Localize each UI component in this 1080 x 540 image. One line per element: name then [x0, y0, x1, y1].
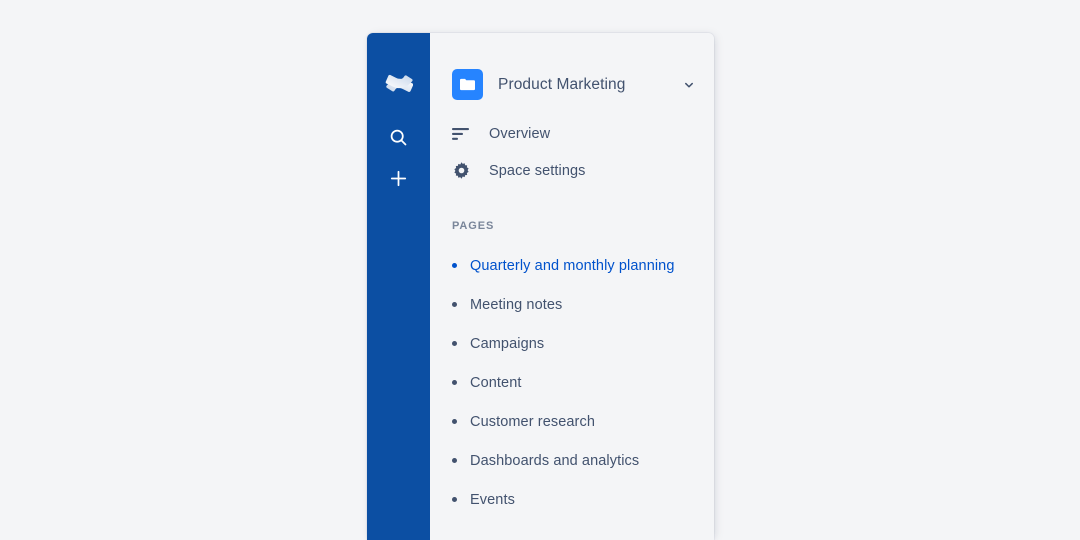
space-name: Product Marketing [498, 75, 626, 93]
bullet-icon [452, 497, 470, 502]
page-item-label: Content [470, 374, 522, 391]
page-item-meeting-notes[interactable]: Meeting notes [430, 285, 714, 324]
confluence-logo-icon [385, 69, 413, 102]
page-item-campaigns[interactable]: Campaigns [430, 324, 714, 363]
screen-background: Product Marketing Overview Space setting… [0, 0, 1080, 540]
confluence-sidebar-panel: Product Marketing Overview Space setting… [367, 33, 714, 540]
nav-item-overview-label: Overview [489, 126, 551, 142]
space-switcher[interactable]: Product Marketing [430, 33, 714, 100]
bullet-icon [452, 419, 470, 424]
chevron-down-icon[interactable] [678, 74, 700, 96]
overview-lines-icon [452, 127, 480, 141]
page-item-customer-research[interactable]: Customer research [430, 402, 714, 441]
page-item-label: Customer research [470, 413, 595, 430]
page-item-label: Dashboards and analytics [470, 452, 640, 469]
bullet-icon [452, 302, 470, 307]
search-button[interactable] [379, 120, 419, 160]
page-item-content[interactable]: Content [430, 363, 714, 402]
page-item-quarterly-and-monthly-planning[interactable]: Quarterly and monthly planning [430, 246, 714, 285]
page-item-label: Quarterly and monthly planning [470, 257, 675, 274]
pages-section-heading: PAGES [452, 220, 495, 232]
nav-item-overview[interactable]: Overview [430, 117, 714, 151]
space-folder-icon [452, 69, 483, 100]
create-button[interactable] [379, 161, 419, 201]
space-navigation: Product Marketing Overview Space setting… [430, 33, 714, 540]
bullet-icon [452, 341, 470, 346]
global-navigation-rail [367, 33, 430, 540]
pages-section: PAGES Quarterly and monthly planning Mee… [430, 220, 714, 519]
bullet-icon [452, 380, 470, 385]
nav-item-space-settings-label: Space settings [489, 162, 586, 179]
page-item-label: Meeting notes [470, 296, 563, 313]
plus-icon [388, 168, 409, 194]
space-primary-links: Overview Space settings [430, 117, 714, 190]
bullet-icon [452, 458, 470, 463]
page-item-events[interactable]: Events [430, 480, 714, 519]
page-item-dashboards-and-analytics[interactable]: Dashboards and analytics [430, 441, 714, 480]
gear-icon [452, 161, 480, 180]
page-item-label: Events [470, 491, 515, 508]
search-icon [388, 127, 409, 153]
bullet-icon [452, 263, 470, 268]
nav-item-space-settings[interactable]: Space settings [430, 151, 714, 190]
confluence-logo-button[interactable] [379, 65, 419, 105]
page-item-label: Campaigns [470, 335, 545, 352]
